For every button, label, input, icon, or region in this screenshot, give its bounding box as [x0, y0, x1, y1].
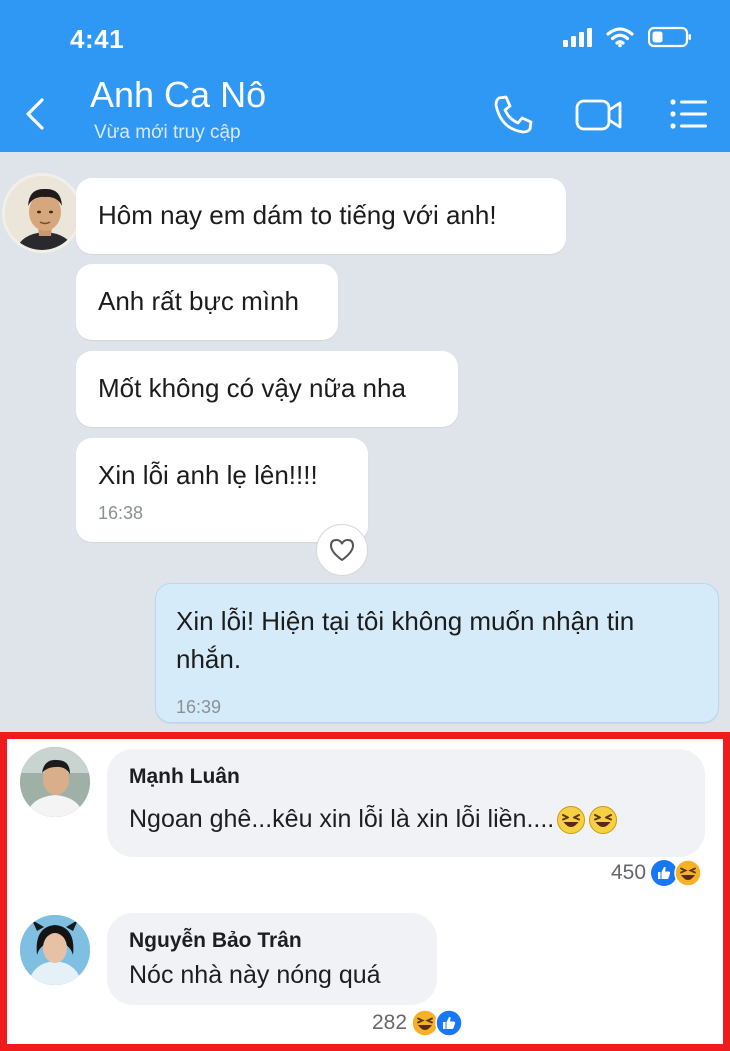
laughing-emoji-icon — [589, 806, 618, 835]
comment-text-row: Ngoan ghê...kêu xin lỗi là xin lỗi liền.… — [129, 805, 683, 835]
wifi-icon — [606, 26, 634, 48]
commenter-name[interactable]: Nguyễn Bảo Trân — [129, 929, 415, 953]
react-button[interactable] — [316, 524, 368, 576]
laughing-emoji-icon — [557, 806, 586, 835]
message-time: 16:38 — [98, 503, 144, 523]
received-message[interactable]: Hôm nay em dám to tiếng với anh! — [76, 178, 566, 254]
phone-icon — [494, 95, 533, 134]
message-text: Xin lỗi! Hiện tại tôi không muốn nhận ti… — [176, 606, 635, 674]
chat-screen: 4:41 Anh Ca Nô Vừa mới truy cập Hôm nay … — [0, 0, 730, 732]
battery-icon — [648, 26, 692, 48]
comment-bubble[interactable]: Nguyễn Bảo Trân Nóc nhà này nóng quá — [107, 913, 437, 1005]
comments-highlight-box: Mạnh Luân Ngoan ghê...kêu xin lỗi là xin… — [0, 732, 730, 1051]
message-text: Xin lỗi anh lẹ lên!!!! — [98, 460, 318, 490]
signal-icon — [563, 27, 592, 47]
video-camera-icon — [575, 99, 622, 131]
received-message[interactable]: Xin lỗi anh lẹ lên!!!! 16:38 — [76, 438, 368, 542]
message-text: Anh rất bực mình — [98, 286, 299, 316]
chevron-left-icon — [26, 98, 44, 130]
received-message[interactable]: Anh rất bực mình — [76, 264, 338, 340]
comment-text: Nóc nhà này nóng quá — [129, 961, 381, 989]
options-menu-button[interactable] — [664, 92, 712, 136]
status-time: 4:41 — [70, 24, 125, 54]
person-photo-icon — [20, 747, 90, 817]
haha-icon — [674, 859, 702, 887]
back-button[interactable] — [22, 96, 52, 132]
reaction-count: 282 — [372, 1011, 408, 1034]
comment-bubble[interactable]: Mạnh Luân Ngoan ghê...kêu xin lỗi là xin… — [107, 749, 705, 857]
commenter-name[interactable]: Mạnh Luân — [129, 765, 683, 789]
message-text: Hôm nay em dám to tiếng với anh! — [98, 200, 497, 230]
message-time: 16:39 — [176, 697, 222, 717]
status-icons — [563, 26, 692, 48]
chat-header: 4:41 Anh Ca Nô Vừa mới truy cập — [0, 0, 730, 152]
person-photo-icon — [20, 915, 90, 985]
reaction-count: 450 — [611, 861, 647, 884]
commenter-avatar[interactable] — [20, 915, 90, 985]
video-call-button[interactable] — [574, 92, 622, 136]
commenter-avatar[interactable] — [20, 747, 90, 817]
heart-icon — [330, 539, 354, 561]
call-button[interactable] — [490, 92, 538, 136]
like-icon — [435, 1009, 463, 1037]
person-photo-icon — [5, 176, 79, 250]
received-message[interactable]: Mốt không có vậy nữa nha — [76, 351, 458, 427]
list-menu-icon — [670, 99, 707, 129]
comment-text: Ngoan ghê...kêu xin lỗi là xin lỗi liền.… — [129, 805, 555, 833]
sent-message[interactable]: Xin lỗi! Hiện tại tôi không muốn nhận ti… — [155, 583, 719, 723]
contact-status: Vừa mới truy cập — [94, 122, 241, 143]
contact-avatar[interactable] — [2, 173, 82, 253]
reaction-summary[interactable]: 282 — [372, 1009, 463, 1037]
message-text: Mốt không có vậy nữa nha — [98, 373, 406, 403]
contact-name: Anh Ca Nô — [90, 74, 267, 115]
reaction-summary[interactable]: 450 — [611, 859, 702, 887]
